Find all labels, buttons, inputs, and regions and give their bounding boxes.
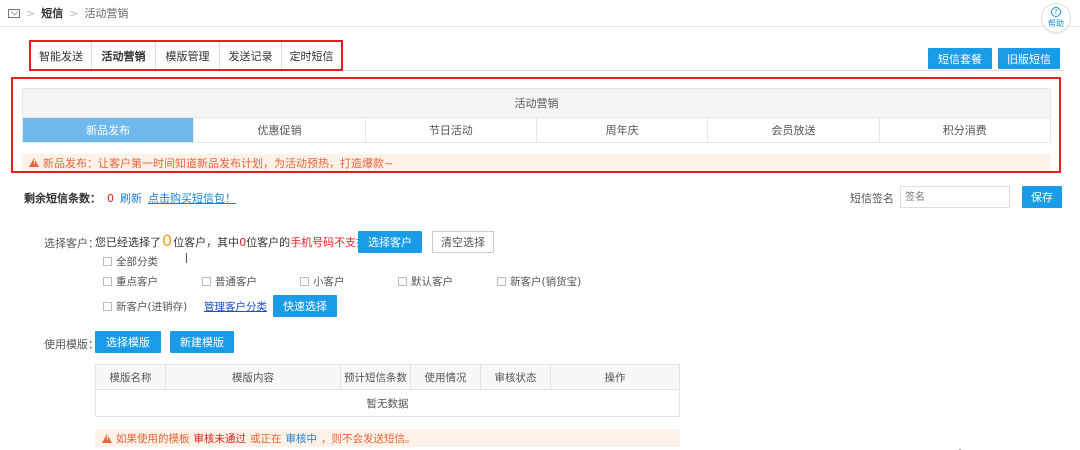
activity-tabs: 新品发布 优惠促销 节日活动 周年庆 会员放送 积分消费	[22, 117, 1051, 143]
activity-tab-anniversary[interactable]: 周年庆	[536, 118, 709, 142]
breadcrumb-separator: >	[69, 6, 79, 20]
category-checkbox[interactable]: 全部分类	[103, 254, 158, 269]
category-label: 小客户	[313, 276, 345, 288]
signature-input[interactable]	[900, 186, 1010, 208]
sms-package-button[interactable]: 短信套餐	[928, 48, 992, 69]
table-empty: 暂无数据	[366, 397, 409, 410]
new-template-button[interactable]: 新建模版	[170, 331, 234, 353]
category-label: 默认客户	[411, 276, 453, 288]
checkbox-icon	[103, 277, 112, 286]
category-label: 重点客户	[116, 276, 158, 288]
template-label: 使用模版：	[44, 338, 99, 351]
activity-title: 活动营销	[22, 88, 1051, 118]
remaining-label: 剩余短信条数：	[24, 192, 101, 205]
activity-tip-text: 新品发布：让客户第一时间知道新品发布计划，为活动预热，打造爆款~	[43, 156, 394, 170]
column-header: 模版名称	[96, 365, 166, 389]
warning-text: 审核中	[285, 432, 318, 445]
checkbox-icon	[103, 302, 112, 311]
mail-icon	[8, 8, 20, 18]
checkbox-icon	[103, 257, 112, 266]
category-label: 普通客户	[215, 276, 257, 288]
sms-activity-page: > 短信 > 活动营销 ? 帮助 智能发送 活动营销 模版管理 发送记录 定时短…	[0, 0, 1080, 450]
column-header: 模版内容	[166, 365, 341, 389]
remaining-row: 剩余短信条数： 0 刷新 点击购买短信包！	[24, 190, 236, 206]
column-header: 使用情况	[411, 365, 481, 389]
help-button[interactable]: ? 帮助	[1041, 3, 1071, 33]
category-label: 全部分类	[116, 256, 158, 268]
checkbox-icon	[398, 277, 407, 286]
column-header: 操作	[604, 371, 626, 384]
category-checkbox[interactable]: 新客户(销货宝)	[497, 274, 581, 289]
tab-smart-send[interactable]: 智能发送	[31, 42, 92, 69]
category-label: 新客户(销货宝)	[510, 276, 582, 288]
tab-send-records[interactable]: 发送记录	[220, 42, 282, 69]
summary-text: 您已经选择了	[95, 236, 161, 249]
category-checkbox[interactable]: 新客户(进销存)	[103, 299, 187, 314]
unsupported-count: 0	[239, 236, 247, 249]
warning-icon	[29, 158, 39, 167]
remaining-count: 0	[107, 191, 114, 205]
select-template-button[interactable]: 选择模版	[95, 331, 161, 353]
column-header: 审核状态	[481, 365, 551, 389]
question-icon: ?	[1051, 7, 1061, 17]
category-label: 新客户(进销存)	[116, 301, 188, 313]
category-checkbox[interactable]: 重点客户	[103, 274, 158, 289]
refresh-link[interactable]: 刷新	[120, 190, 142, 206]
help-label: 帮助	[1048, 19, 1064, 28]
summary-text: 位客户的	[246, 236, 291, 249]
quick-select-button[interactable]: 快速选择	[273, 295, 337, 317]
activity-panel: 活动营销 新品发布 优惠促销 节日活动 周年庆 会员放送 积分消费 新品发布：让…	[11, 77, 1061, 173]
breadcrumb: > 短信 > 活动营销	[8, 5, 128, 21]
warning-text: 如果使用的模板	[116, 432, 190, 445]
manage-category-link[interactable]: 管理客户分类	[204, 299, 267, 314]
activity-tab-holiday[interactable]: 节日活动	[365, 118, 537, 142]
category-checkbox[interactable]: 普通客户	[202, 274, 257, 289]
tab-activity-marketing[interactable]: 活动营销	[92, 42, 156, 69]
select-customer-button[interactable]: 选择客户	[358, 231, 422, 253]
warning-icon	[102, 433, 112, 443]
activity-tab-new-product[interactable]: 新品发布	[23, 118, 195, 142]
checkbox-icon	[497, 277, 506, 286]
tab-template-manage[interactable]: 模版管理	[156, 42, 220, 69]
breadcrumb-separator: >	[26, 6, 36, 20]
table-header: 模版名称 模版内容 预计短信条数 使用情况 审核状态 操作	[96, 365, 679, 390]
breadcrumb-current: 活动营销	[84, 7, 129, 20]
activity-tab-promotion[interactable]: 优惠促销	[194, 118, 366, 142]
customer-summary: 您已经选择了 0 位客户，其中 0 位客户的 手机号码不支持	[95, 231, 367, 250]
column-header: 预计短信条数	[341, 365, 411, 389]
checkbox-icon	[202, 277, 211, 286]
unsupported-text: 手机号码不支持	[290, 236, 368, 249]
text-cursor	[186, 253, 187, 263]
template-warning: 如果使用的模板审核未通过或正在审核中，则不会发送短信。	[95, 429, 680, 447]
tab-scheduled-sms[interactable]: 定时短信	[282, 42, 341, 69]
save-button[interactable]: 保存	[1022, 186, 1062, 208]
warning-text: 或正在	[250, 432, 282, 445]
category-checkbox[interactable]: 小客户	[300, 274, 345, 289]
breadcrumb-root[interactable]: 短信	[41, 5, 63, 21]
main-tabs: 智能发送 活动营销 模版管理 发送记录 定时短信	[29, 40, 343, 71]
customer-label: 选择客户：	[44, 237, 99, 250]
checkbox-icon	[300, 277, 309, 286]
selected-count: 0	[162, 231, 173, 250]
activity-tab-points[interactable]: 积分消费	[879, 118, 1050, 142]
divider	[343, 70, 1064, 71]
warning-text: 审核未通过	[193, 432, 247, 445]
activity-tab-member[interactable]: 会员放送	[708, 118, 880, 142]
clear-selection-button[interactable]: 清空选择	[432, 231, 494, 253]
divider	[0, 26, 1080, 27]
signature-label: 短信签名	[850, 192, 894, 205]
template-table: 模版名称 模版内容 预计短信条数 使用情况 审核状态 操作 暂无数据	[95, 364, 680, 417]
old-sms-button[interactable]: 旧版短信	[998, 48, 1060, 69]
warning-text: ，则不会发送短信。	[321, 432, 416, 445]
category-checkbox[interactable]: 默认客户	[398, 274, 453, 289]
activity-tip: 新品发布：让客户第一时间知道新品发布计划，为活动预热，打造爆款~	[22, 154, 1051, 171]
summary-text: 位客户，其中	[173, 236, 240, 249]
buy-sms-link[interactable]: 点击购买短信包！	[148, 190, 236, 206]
